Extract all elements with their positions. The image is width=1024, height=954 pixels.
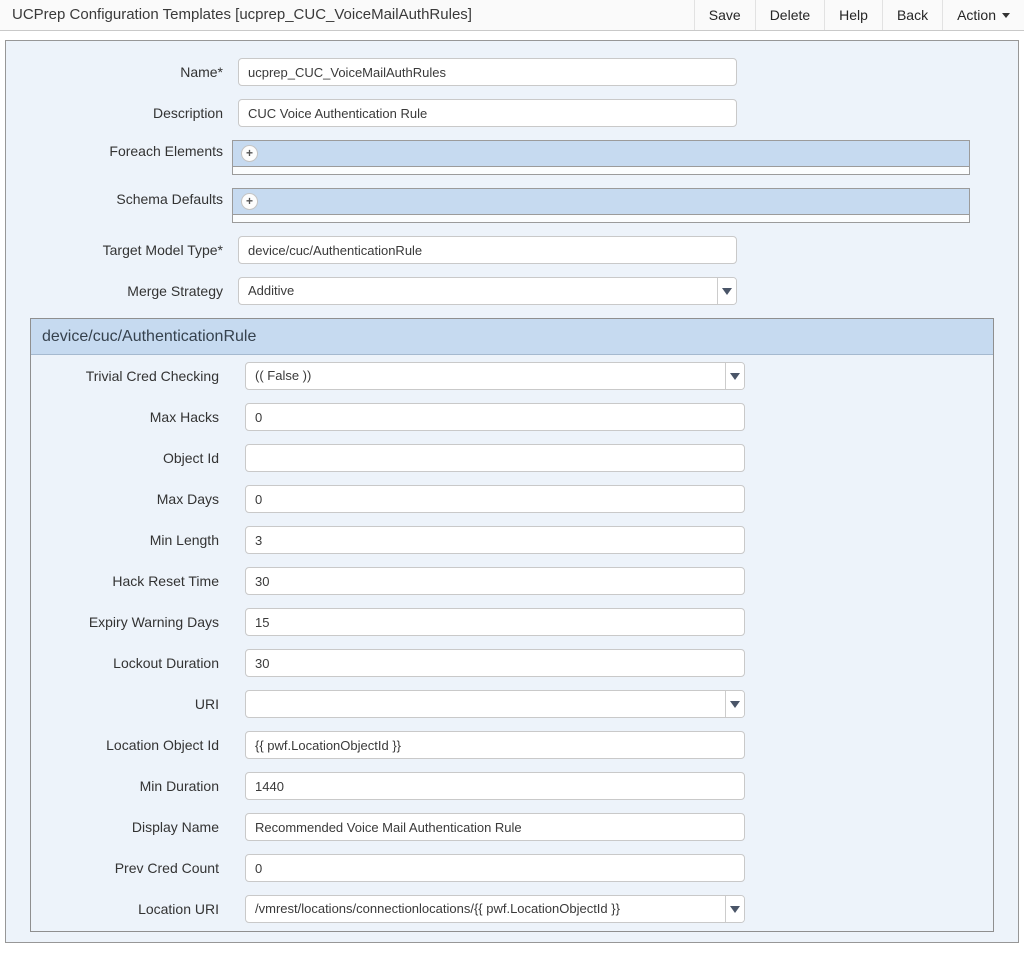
description-label: Description bbox=[6, 99, 223, 127]
form-row-min-length: Min Length bbox=[31, 526, 993, 554]
object-id-input[interactable] bbox=[245, 444, 745, 472]
form-row-prev-cred-count: Prev Cred Count bbox=[31, 854, 993, 882]
top-toolbar: UCPrep Configuration Templates [ucprep_C… bbox=[0, 0, 1024, 31]
max-days-label: Max Days bbox=[31, 485, 219, 513]
prev-cred-count-input[interactable] bbox=[245, 854, 745, 882]
triangle-glyph bbox=[730, 373, 740, 380]
form-row-min-duration: Min Duration bbox=[31, 772, 993, 800]
prev-cred-count-label: Prev Cred Count bbox=[31, 854, 219, 882]
lockout-duration-label: Lockout Duration bbox=[31, 649, 219, 677]
back-button[interactable]: Back bbox=[882, 0, 942, 30]
uri-select[interactable] bbox=[245, 690, 745, 718]
page-title: UCPrep Configuration Templates [ucprep_C… bbox=[0, 0, 472, 30]
location-uri-label: Location URI bbox=[31, 895, 219, 923]
foreach-elements-header: + bbox=[233, 141, 969, 167]
form-row-trivial-cred-checking: Trivial Cred Checking (( False )) bbox=[31, 362, 993, 390]
triangle-glyph bbox=[722, 288, 732, 295]
dropdown-arrow-icon[interactable] bbox=[717, 278, 736, 304]
form-row-max-days: Max Days bbox=[31, 485, 993, 513]
form-row-name: Name* bbox=[6, 58, 1018, 86]
object-id-label: Object Id bbox=[31, 444, 219, 472]
toolbar-actions: Save Delete Help Back Action bbox=[694, 0, 1024, 30]
schema-defaults-scrollbar[interactable] bbox=[233, 215, 969, 222]
form-row-display-name: Display Name bbox=[31, 813, 993, 841]
trivial-cred-checking-select[interactable]: (( False )) bbox=[245, 362, 745, 390]
hack-reset-time-label: Hack Reset Time bbox=[31, 567, 219, 595]
form-row-schema-defaults: Schema Defaults + bbox=[6, 188, 1018, 223]
form-row-foreach-elements: Foreach Elements + bbox=[6, 140, 1018, 175]
authentication-rule-section: device/cuc/AuthenticationRule Trivial Cr… bbox=[30, 318, 994, 932]
expiry-warning-days-label: Expiry Warning Days bbox=[31, 608, 219, 636]
form-row-lockout-duration: Lockout Duration bbox=[31, 649, 993, 677]
add-icon[interactable]: + bbox=[241, 145, 258, 162]
lockout-duration-input[interactable] bbox=[245, 649, 745, 677]
form-row-object-id: Object Id bbox=[31, 444, 993, 472]
form-row-max-hacks: Max Hacks bbox=[31, 403, 993, 431]
trivial-cred-checking-value: (( False )) bbox=[246, 363, 725, 389]
expiry-warning-days-input[interactable] bbox=[245, 608, 745, 636]
triangle-glyph bbox=[730, 701, 740, 708]
min-duration-label: Min Duration bbox=[31, 772, 219, 800]
name-label: Name* bbox=[6, 58, 223, 86]
section-title: device/cuc/AuthenticationRule bbox=[31, 319, 993, 355]
max-days-input[interactable] bbox=[245, 485, 745, 513]
schema-defaults-widget: + bbox=[232, 188, 970, 223]
form-row-location-uri: Location URI /vmrest/locations/connectio… bbox=[31, 895, 993, 923]
description-input[interactable] bbox=[238, 99, 737, 127]
trivial-cred-checking-label: Trivial Cred Checking bbox=[31, 362, 219, 390]
section-body: Trivial Cred Checking (( False )) Max Ha… bbox=[31, 355, 993, 931]
merge-strategy-value: Additive bbox=[239, 278, 717, 304]
min-duration-input[interactable] bbox=[245, 772, 745, 800]
form-row-description: Description bbox=[6, 99, 1018, 127]
display-name-input[interactable] bbox=[245, 813, 745, 841]
configuration-template-form: Name* Description Foreach Elements + Sch… bbox=[5, 40, 1019, 943]
target-model-type-label: Target Model Type* bbox=[6, 236, 223, 264]
add-icon[interactable]: + bbox=[241, 193, 258, 210]
schema-defaults-header: + bbox=[233, 189, 969, 215]
merge-strategy-label: Merge Strategy bbox=[6, 277, 223, 305]
uri-value bbox=[246, 691, 725, 717]
foreach-elements-widget: + bbox=[232, 140, 970, 175]
schema-defaults-label: Schema Defaults bbox=[6, 188, 223, 223]
foreach-elements-scrollbar[interactable] bbox=[233, 167, 969, 174]
delete-button[interactable]: Delete bbox=[755, 0, 824, 30]
dropdown-arrow-icon[interactable] bbox=[725, 363, 744, 389]
min-length-label: Min Length bbox=[31, 526, 219, 554]
form-row-hack-reset-time: Hack Reset Time bbox=[31, 567, 993, 595]
form-row-expiry-warning-days: Expiry Warning Days bbox=[31, 608, 993, 636]
action-menu-label: Action bbox=[957, 0, 996, 30]
save-button[interactable]: Save bbox=[694, 0, 755, 30]
action-menu-button[interactable]: Action bbox=[942, 0, 1024, 30]
form-row-location-object-id: Location Object Id bbox=[31, 731, 993, 759]
location-object-id-label: Location Object Id bbox=[31, 731, 219, 759]
uri-label: URI bbox=[31, 690, 219, 718]
dropdown-arrow-icon[interactable] bbox=[725, 691, 744, 717]
form-row-merge-strategy: Merge Strategy Additive bbox=[6, 277, 1018, 305]
min-length-input[interactable] bbox=[245, 526, 745, 554]
foreach-elements-label: Foreach Elements bbox=[6, 140, 223, 175]
location-uri-select[interactable]: /vmrest/locations/connectionlocations/{{… bbox=[245, 895, 745, 923]
form-row-uri: URI bbox=[31, 690, 993, 718]
dropdown-arrow-icon[interactable] bbox=[725, 896, 744, 922]
hack-reset-time-input[interactable] bbox=[245, 567, 745, 595]
triangle-glyph bbox=[730, 906, 740, 913]
location-uri-value: /vmrest/locations/connectionlocations/{{… bbox=[246, 896, 725, 922]
caret-down-icon bbox=[1002, 13, 1010, 18]
merge-strategy-select[interactable]: Additive bbox=[238, 277, 737, 305]
help-button[interactable]: Help bbox=[824, 0, 882, 30]
display-name-label: Display Name bbox=[31, 813, 219, 841]
name-input[interactable] bbox=[238, 58, 737, 86]
max-hacks-label: Max Hacks bbox=[31, 403, 219, 431]
form-row-target-model-type: Target Model Type* bbox=[6, 236, 1018, 264]
target-model-type-input[interactable] bbox=[238, 236, 737, 264]
max-hacks-input[interactable] bbox=[245, 403, 745, 431]
location-object-id-input[interactable] bbox=[245, 731, 745, 759]
